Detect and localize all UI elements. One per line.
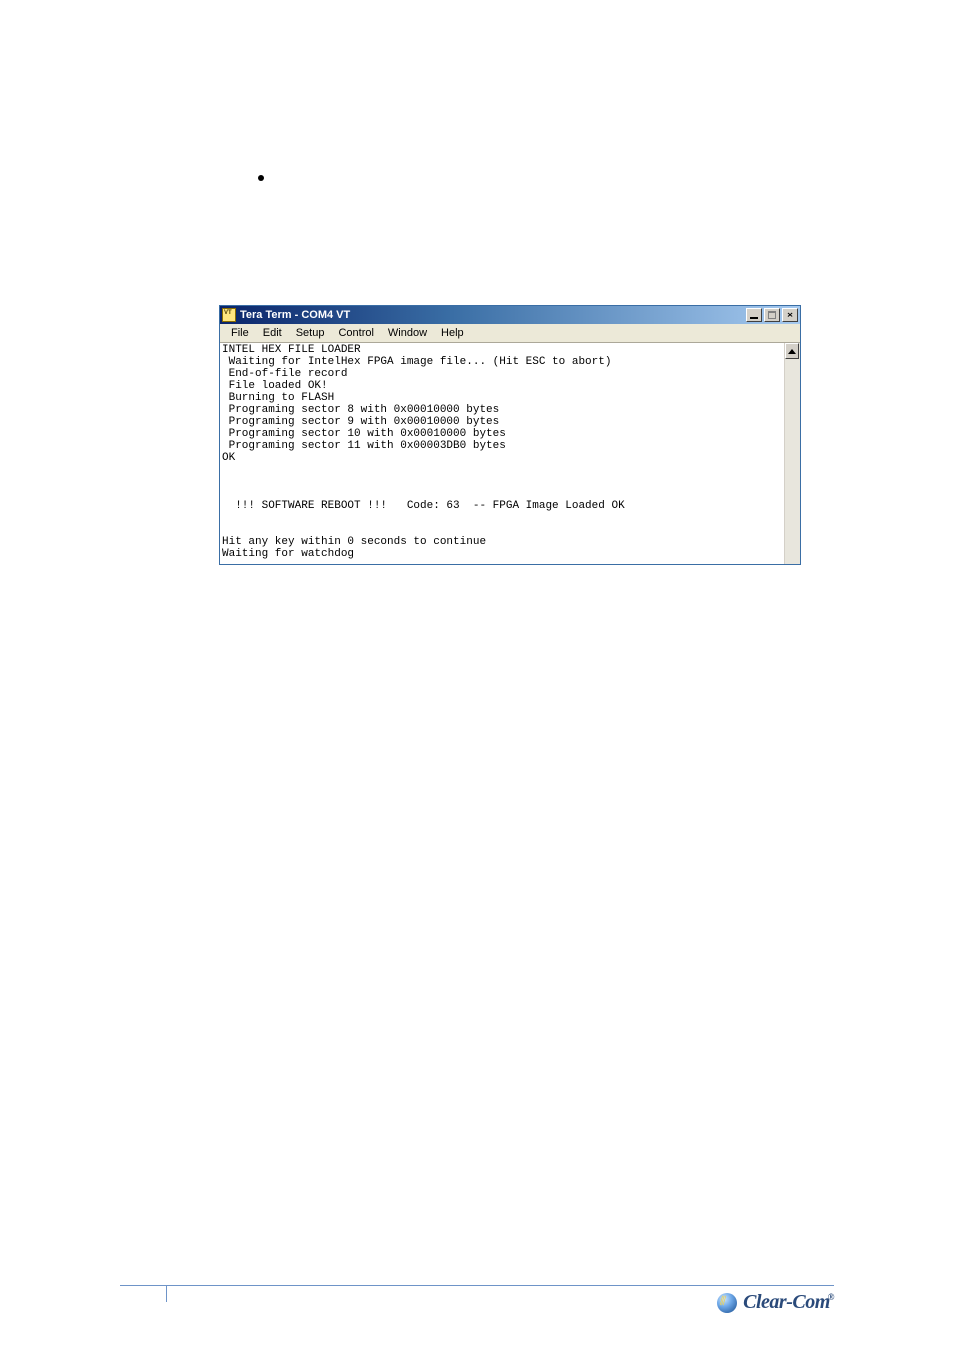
close-button[interactable]: × <box>782 308 798 322</box>
menu-file[interactable]: File <box>224 326 256 340</box>
window-title: Tera Term - COM4 VT <box>240 309 744 321</box>
scrollbar[interactable] <box>784 343 800 564</box>
brand-text-label: Clear-Com <box>743 1291 830 1313</box>
footer-tick <box>166 1286 167 1302</box>
terminal-window: Tera Term - COM4 VT × File Edit Setup Co… <box>219 305 801 565</box>
menubar: File Edit Setup Control Window Help <box>220 324 800 343</box>
menu-window[interactable]: Window <box>381 326 434 340</box>
arrow-up-icon <box>788 349 796 354</box>
footer-divider <box>120 1285 834 1286</box>
app-icon <box>222 308 236 322</box>
scroll-up-button[interactable] <box>785 343 799 359</box>
brand-globe-icon <box>717 1293 737 1313</box>
brand-name: Clear-Com® <box>743 1291 834 1314</box>
menu-control[interactable]: Control <box>331 326 380 340</box>
maximize-button <box>764 308 780 322</box>
minimize-button[interactable] <box>746 308 762 322</box>
menu-edit[interactable]: Edit <box>256 326 289 340</box>
menu-help[interactable]: Help <box>434 326 471 340</box>
page-root: Tera Term - COM4 VT × File Edit Setup Co… <box>0 0 954 1350</box>
titlebar[interactable]: Tera Term - COM4 VT × <box>220 306 800 324</box>
terminal-output[interactable]: INTEL HEX FILE LOADER Waiting for IntelH… <box>220 343 784 564</box>
menu-setup[interactable]: Setup <box>289 326 332 340</box>
bullet-dot <box>258 175 264 181</box>
brand-logo: Clear-Com® <box>717 1291 834 1314</box>
brand-registered-icon: ® <box>828 1292 834 1302</box>
terminal-area: INTEL HEX FILE LOADER Waiting for IntelH… <box>220 343 800 564</box>
